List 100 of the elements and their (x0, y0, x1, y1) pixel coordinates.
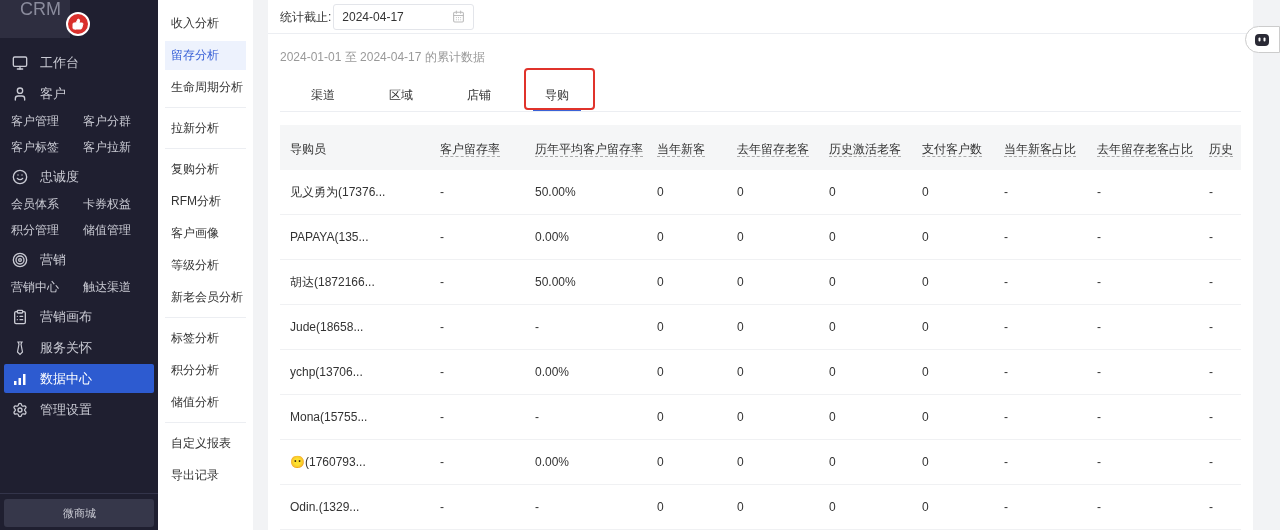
logo-text: CRM (20, 0, 61, 18)
table-cell-text: - (1003, 409, 1009, 426)
table-cell-text: 0 (921, 274, 930, 291)
table-cell-text: - (534, 319, 540, 336)
thumbs-up-icon (66, 12, 90, 36)
column-header[interactable]: 当年新客 (657, 141, 705, 157)
table-cell-text: 0 (828, 454, 837, 471)
submenu-item[interactable]: 留存分析 (165, 40, 246, 70)
nav-subitem[interactable]: 客户拉新 (82, 134, 154, 160)
column-header[interactable]: 导购员 (290, 141, 326, 156)
table-cell-text: 0 (736, 454, 745, 471)
nav-subitem[interactable]: 营销中心 (11, 274, 83, 300)
column-header[interactable]: 历史 (1209, 141, 1233, 157)
table-cell-text: - (1096, 409, 1102, 426)
table-cell-text: PAPAYA(135... (289, 229, 370, 246)
nav-subitem[interactable]: 触达渠道 (82, 274, 154, 300)
nav-subitem[interactable]: 会员体系 (11, 191, 83, 217)
table-cell-text: 0 (921, 184, 930, 201)
calendar-icon (452, 10, 466, 23)
nav-item[interactable]: 营销 (4, 245, 154, 274)
filter-label: 统计截止: (280, 8, 332, 26)
table-cell-text: - (1096, 319, 1102, 336)
table-cell-text: 0 (736, 229, 745, 246)
table-cell-text: - (1208, 274, 1214, 291)
table-cell-text: - (1003, 454, 1009, 471)
nav-subitem[interactable]: 客户管理 (11, 108, 83, 134)
nav-item[interactable]: 营销画布 (4, 302, 154, 331)
table-cell-text: 见义勇为(17376... (289, 184, 387, 201)
submenu-item[interactable]: 复购分析 (165, 154, 246, 184)
column-header[interactable]: 去年留存老客占比 (1097, 141, 1193, 157)
nav-subitem[interactable]: 储值管理 (82, 217, 154, 243)
nav-item[interactable]: 管理设置 (4, 395, 154, 424)
nav-item[interactable]: 服务关怀 (4, 333, 154, 362)
nav-item[interactable]: 客户 (4, 79, 154, 108)
table-cell-text: - (1096, 229, 1102, 246)
table-cell-text: 0 (736, 499, 745, 516)
table-cell-text: 0 (656, 454, 665, 471)
submenu-item[interactable]: 收入分析 (165, 8, 246, 38)
submenu-item[interactable]: 拉新分析 (165, 113, 246, 143)
table-cell-text: - (439, 499, 445, 516)
table-cell-text: - (439, 319, 445, 336)
nav-subitem[interactable]: 卡券权益 (82, 191, 154, 217)
column-header[interactable]: 支付客户数 (922, 141, 982, 157)
submenu-item[interactable]: 储值分析 (165, 387, 246, 417)
submenu-item[interactable]: 客户画像 (165, 218, 246, 248)
nav-item[interactable]: 数据中心 (4, 364, 154, 393)
table-cell-text: 0 (921, 499, 930, 516)
settings-icon (12, 401, 28, 418)
table-cell-text: 0 (736, 184, 745, 201)
table-cell-text: - (1208, 409, 1214, 426)
table-cell-text: - (1208, 499, 1214, 516)
column-header[interactable]: 去年留存老客 (737, 141, 809, 157)
submenu-item[interactable]: 导出记录 (165, 460, 246, 490)
summary-text: 2024-01-01 至 2024-04-17 的累计数据 (280, 49, 486, 66)
table-cell-text: - (534, 409, 540, 426)
table-cell-text: 0 (656, 184, 665, 201)
assistant-button[interactable] (1245, 26, 1280, 53)
table-cell-text: - (1003, 184, 1009, 201)
column-header[interactable]: 当年新客占比 (1004, 141, 1076, 157)
table-cell-text: - (439, 409, 445, 426)
submenu-item[interactable]: 积分分析 (165, 355, 246, 385)
nav-subitem[interactable]: 积分管理 (11, 217, 83, 243)
submenu-item[interactable]: 自定义报表 (165, 428, 246, 458)
table-cell-text: 0 (656, 274, 665, 291)
shop-button[interactable]: 微商城 (4, 499, 154, 527)
tab[interactable]: 店铺 (455, 80, 503, 111)
submenu-item[interactable]: 等级分析 (165, 250, 246, 280)
submenu-item[interactable]: RFM分析 (165, 186, 246, 216)
tab[interactable]: 区域 (377, 80, 425, 111)
table-cell-text: - (439, 184, 445, 201)
table-cell-text: 0.00% (534, 454, 571, 471)
table-cell-text: Mona(15755... (289, 409, 369, 426)
nav-item[interactable]: 忠诚度 (4, 162, 154, 191)
column-header[interactable]: 历年平均客户留存率 (535, 141, 643, 157)
table-cell-text: - (1003, 499, 1009, 516)
table-cell-text: - (1208, 229, 1214, 246)
tab[interactable]: 渠道 (299, 80, 347, 111)
table-cell-text: - (1003, 364, 1009, 381)
table-cell-text: - (1208, 184, 1214, 201)
table-cell-text: - (1096, 184, 1102, 201)
table-cell-text: 0 (828, 184, 837, 201)
table-cell-text: 0 (736, 319, 745, 336)
table-cell-text: 0 (921, 409, 930, 426)
tab[interactable]: 导购 (533, 80, 581, 111)
robot-icon (1255, 33, 1269, 46)
nav-subitem[interactable]: 客户标签 (11, 134, 83, 160)
table-cell-text: - (439, 229, 445, 246)
table-cell-text: Odin.(1329... (289, 499, 361, 516)
table-cell-text: - (1003, 274, 1009, 291)
nav-subitem[interactable]: 客户分群 (82, 108, 154, 134)
table-cell-text: 0 (828, 229, 837, 246)
table-cell-text: 0 (736, 409, 745, 426)
column-header[interactable]: 历史激活老客 (829, 141, 901, 157)
submenu-item[interactable]: 标签分析 (165, 323, 246, 353)
date-field[interactable]: 2024-04-17 (333, 3, 475, 30)
submenu-item[interactable]: 新老会员分析 (165, 282, 246, 312)
nav-item[interactable]: 工作台 (4, 48, 154, 77)
column-header[interactable]: 客户留存率 (440, 141, 500, 157)
submenu-item[interactable]: 生命周期分析 (165, 72, 246, 102)
table-cell-text: - (1096, 364, 1102, 381)
